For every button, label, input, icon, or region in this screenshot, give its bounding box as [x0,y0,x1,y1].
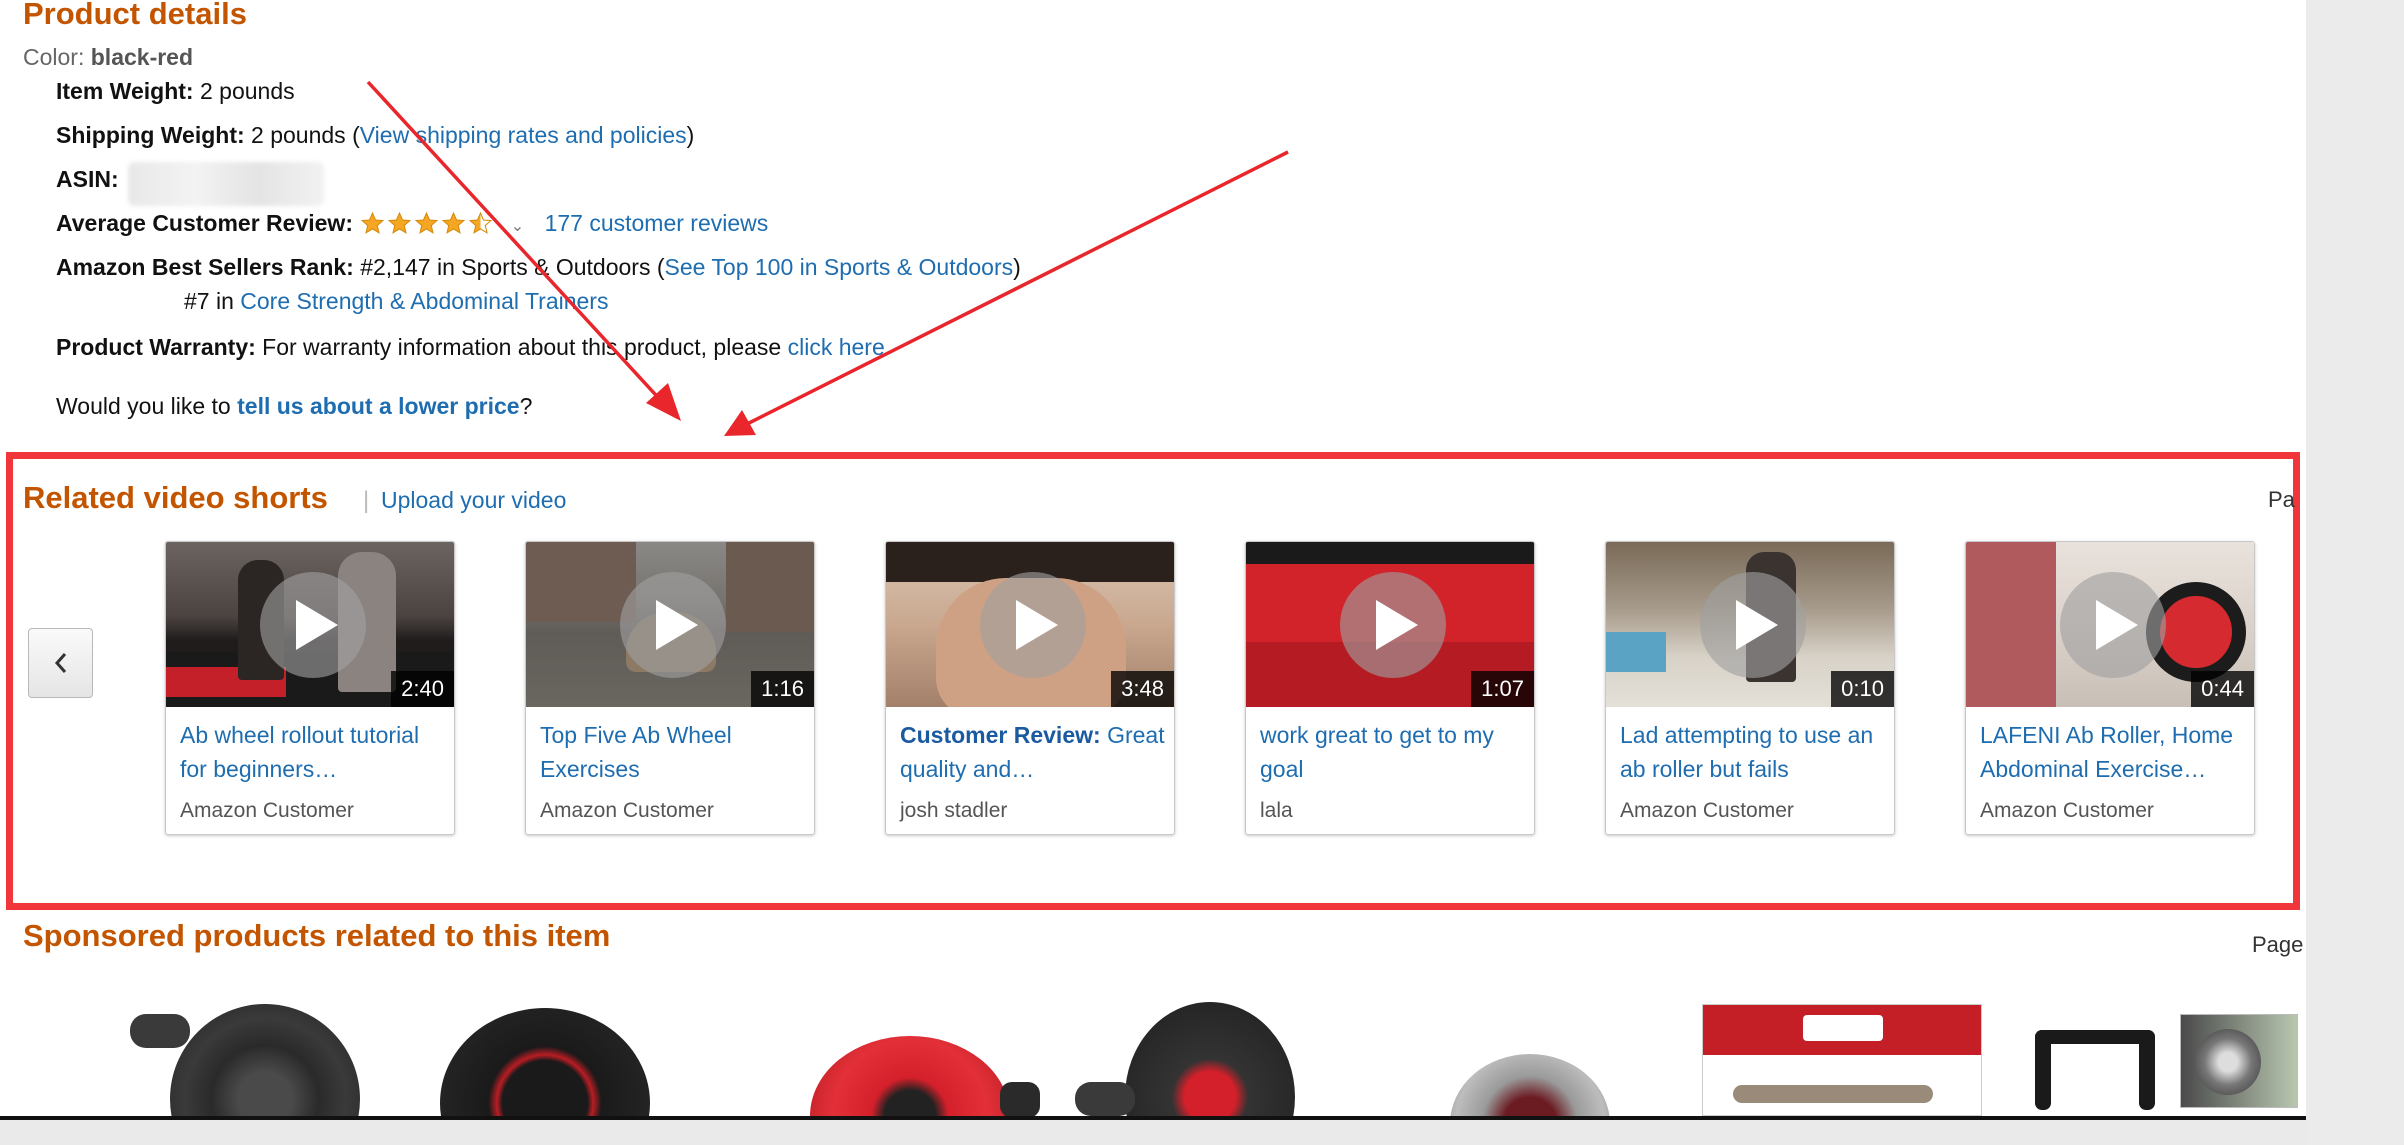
title-separator: | [363,487,370,514]
play-button[interactable] [980,572,1086,678]
sponsored-product-5[interactable] [1440,1054,1620,1116]
sponsored-product-2[interactable] [440,1008,660,1116]
video-thumbnail[interactable]: 1:16 [526,542,814,707]
video-duration: 0:10 [1831,671,1894,707]
video-title: LAFENI Ab Roller, Home Abdominal Exercis… [1980,722,2234,782]
video-card-5[interactable]: 0:10 Lad attempting to use an ab roller … [1605,541,1895,835]
sponsored-products-title: Sponsored products related to this item [23,918,611,953]
play-button[interactable] [1700,572,1806,678]
video-thumbnail[interactable]: 1:07 [1246,542,1534,707]
sponsored-page-label: Page [2252,932,2304,957]
video-author: Amazon Customer [180,799,354,822]
video-title-link[interactable]: Customer Review: Great quality and… [900,718,1166,786]
sponsored-product-1[interactable] [130,1000,390,1116]
video-title: Ab wheel rollout tutorial for beginners… [180,722,420,782]
video-title: work great to get to my goal [1260,722,1494,782]
sponsored-product-8[interactable] [2180,1014,2298,1108]
video-title: Lad attempting to use an ab roller but f… [1620,722,1874,782]
video-author: Amazon Customer [540,799,714,822]
video-author: lala [1260,799,1293,822]
bottom-divider [0,1116,2306,1120]
play-icon [2096,600,2138,650]
play-button[interactable] [1340,572,1446,678]
sponsored-product-4[interactable] [1075,1002,1295,1116]
video-title-link[interactable]: Ab wheel rollout tutorial for beginners… [180,718,446,786]
play-icon [656,600,698,650]
video-title-link[interactable]: Top Five Ab Wheel Exercises [540,718,806,786]
video-title: Top Five Ab Wheel Exercises [540,722,732,782]
play-icon [1376,600,1418,650]
arrow-line-left [366,80,667,407]
arrow-line-right [744,150,1289,427]
video-duration: 2:40 [391,671,454,707]
video-thumbnail[interactable]: 2:40 [166,542,454,707]
upload-video-link[interactable]: Upload your video [381,487,566,514]
sponsored-product-7[interactable] [2015,1010,2185,1116]
video-card-4[interactable]: 1:07 work great to get to my goal lala [1245,541,1535,835]
video-thumbnail[interactable]: 0:10 [1606,542,1894,707]
video-duration: 0:44 [2191,671,2254,707]
play-icon [1016,600,1058,650]
video-card-3[interactable]: 3:48 Customer Review: Great quality and…… [885,541,1175,835]
play-button[interactable] [260,572,366,678]
play-button[interactable] [2060,572,2166,678]
video-author: Amazon Customer [1620,799,1794,822]
page-gutter [2306,0,2404,1145]
video-duration: 3:48 [1111,671,1174,707]
page: Product details Color: black-red Item We… [0,0,2306,1120]
sponsored-product-6[interactable] [1702,1004,1982,1116]
video-card-6[interactable]: 0:44 LAFENI Ab Roller, Home Abdominal Ex… [1965,541,2255,835]
video-duration: 1:07 [1471,671,1534,707]
chevron-left-icon [54,653,66,673]
video-title-prefix: Customer Review: [900,722,1101,748]
video-card-1[interactable]: 2:40 Ab wheel rollout tutorial for begin… [165,541,455,835]
carousel-page-label: Pa [2268,487,2295,512]
video-title-link[interactable]: work great to get to my goal [1260,718,1526,786]
annotation-arrows [366,80,1289,436]
video-card-2[interactable]: 1:16 Top Five Ab Wheel Exercises Amazon … [525,541,815,835]
sponsored-product-3[interactable] [800,1036,1060,1116]
play-icon [1736,600,1778,650]
play-icon [296,600,338,650]
video-duration: 1:16 [751,671,814,707]
video-author: josh stadler [900,799,1008,822]
video-title-link[interactable]: LAFENI Ab Roller, Home Abdominal Exercis… [1980,718,2246,786]
video-author: Amazon Customer [1980,799,2154,822]
video-title-link[interactable]: Lad attempting to use an ab roller but f… [1620,718,1886,786]
related-videos-title: Related video shorts [23,480,328,515]
play-button[interactable] [620,572,726,678]
video-thumbnail[interactable]: 3:48 [886,542,1174,707]
video-thumbnail[interactable]: 0:44 [1966,542,2254,707]
carousel-prev-button[interactable] [28,628,93,698]
